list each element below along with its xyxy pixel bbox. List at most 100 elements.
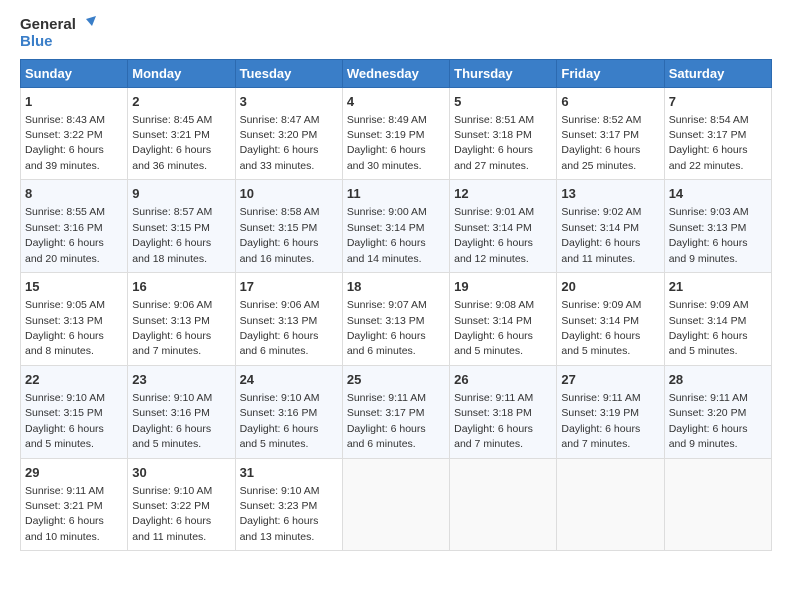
day-info: Sunrise: 9:07 AM Sunset: 3:13 PM Dayligh… [347,299,427,357]
calendar-cell: 24 Sunrise: 9:10 AM Sunset: 3:16 PM Dayli… [235,365,342,458]
logo-text-blue: Blue [20,34,53,51]
day-number: 12 [454,185,552,203]
day-info: Sunrise: 9:08 AM Sunset: 3:14 PM Dayligh… [454,299,534,357]
day-number: 17 [240,278,338,296]
day-number: 19 [454,278,552,296]
day-info: Sunrise: 9:10 AM Sunset: 3:23 PM Dayligh… [240,485,320,543]
calendar-cell: 15 Sunrise: 9:05 AM Sunset: 3:13 PM Dayli… [21,273,128,366]
page-header: General Blue [20,16,772,51]
calendar-cell: 17 Sunrise: 9:06 AM Sunset: 3:13 PM Dayli… [235,273,342,366]
calendar-cell: 29Sunrise: 9:11 AM Sunset: 3:21 PM Dayli… [21,458,128,551]
day-number: 28 [669,371,767,389]
day-info: Sunrise: 8:51 AM Sunset: 3:18 PM Dayligh… [454,114,534,172]
calendar-cell: 28 Sunrise: 9:11 AM Sunset: 3:20 PM Dayli… [664,365,771,458]
calendar-cell: 19 Sunrise: 9:08 AM Sunset: 3:14 PM Dayli… [450,273,557,366]
calendar-cell: 3 Sunrise: 8:47 AM Sunset: 3:20 PM Daylig… [235,87,342,180]
calendar-cell [664,458,771,551]
day-info: Sunrise: 8:55 AM Sunset: 3:16 PM Dayligh… [25,206,105,264]
day-number: 13 [561,185,659,203]
day-number: 9 [132,185,230,203]
column-header-saturday: Saturday [664,59,771,87]
calendar-cell: 23 Sunrise: 9:10 AM Sunset: 3:16 PM Dayli… [128,365,235,458]
day-number: 25 [347,371,445,389]
day-number: 7 [669,93,767,111]
day-number: 3 [240,93,338,111]
calendar-cell: 13Sunrise: 9:02 AM Sunset: 3:14 PM Dayli… [557,180,664,273]
day-info: Sunrise: 9:06 AM Sunset: 3:13 PM Dayligh… [132,299,212,357]
calendar-cell: 12 Sunrise: 9:01 AM Sunset: 3:14 PM Dayli… [450,180,557,273]
calendar-week-3: 15 Sunrise: 9:05 AM Sunset: 3:13 PM Dayli… [21,273,772,366]
calendar-cell: 25Sunrise: 9:11 AM Sunset: 3:17 PM Dayli… [342,365,449,458]
calendar-body: 1 Sunrise: 8:43 AM Sunset: 3:22 PM Daylig… [21,87,772,551]
day-number: 14 [669,185,767,203]
day-info: Sunrise: 8:52 AM Sunset: 3:17 PM Dayligh… [561,114,641,172]
day-info: Sunrise: 8:43 AM Sunset: 3:22 PM Dayligh… [25,114,105,172]
day-info: Sunrise: 9:10 AM Sunset: 3:22 PM Dayligh… [132,485,212,543]
day-info: Sunrise: 9:00 AM Sunset: 3:14 PM Dayligh… [347,206,427,264]
calendar-cell: 2 Sunrise: 8:45 AM Sunset: 3:21 PM Daylig… [128,87,235,180]
day-number: 22 [25,371,123,389]
calendar-cell: 7 Sunrise: 8:54 AM Sunset: 3:17 PM Daylig… [664,87,771,180]
day-number: 2 [132,93,230,111]
day-number: 23 [132,371,230,389]
day-number: 26 [454,371,552,389]
calendar-cell: 14 Sunrise: 9:03 AM Sunset: 3:13 PM Dayli… [664,180,771,273]
day-number: 24 [240,371,338,389]
calendar-cell: 18Sunrise: 9:07 AM Sunset: 3:13 PM Dayli… [342,273,449,366]
day-number: 31 [240,464,338,482]
day-info: Sunrise: 8:57 AM Sunset: 3:15 PM Dayligh… [132,206,212,264]
day-info: Sunrise: 9:10 AM Sunset: 3:16 PM Dayligh… [132,392,212,450]
calendar-cell: 6 Sunrise: 8:52 AM Sunset: 3:17 PM Daylig… [557,87,664,180]
calendar-cell: 5 Sunrise: 8:51 AM Sunset: 3:18 PM Daylig… [450,87,557,180]
logo-container: General Blue [20,16,96,51]
day-info: Sunrise: 8:58 AM Sunset: 3:15 PM Dayligh… [240,206,320,264]
calendar-cell: 31 Sunrise: 9:10 AM Sunset: 3:23 PM Dayli… [235,458,342,551]
logo-text-general: General [20,17,76,34]
day-info: Sunrise: 8:49 AM Sunset: 3:19 PM Dayligh… [347,114,427,172]
column-header-friday: Friday [557,59,664,87]
calendar-cell: 22 Sunrise: 9:10 AM Sunset: 3:15 PM Dayli… [21,365,128,458]
day-info: Sunrise: 9:11 AM Sunset: 3:19 PM Dayligh… [561,392,640,450]
day-number: 20 [561,278,659,296]
day-number: 21 [669,278,767,296]
calendar-cell: 20Sunrise: 9:09 AM Sunset: 3:14 PM Dayli… [557,273,664,366]
day-number: 30 [132,464,230,482]
calendar-cell: 11 Sunrise: 9:00 AM Sunset: 3:14 PM Dayli… [342,180,449,273]
day-info: Sunrise: 8:45 AM Sunset: 3:21 PM Dayligh… [132,114,212,172]
calendar-cell: 16 Sunrise: 9:06 AM Sunset: 3:13 PM Dayli… [128,273,235,366]
day-info: Sunrise: 9:11 AM Sunset: 3:21 PM Dayligh… [25,485,104,543]
day-info: Sunrise: 9:01 AM Sunset: 3:14 PM Dayligh… [454,206,534,264]
day-info: Sunrise: 8:54 AM Sunset: 3:17 PM Dayligh… [669,114,749,172]
day-info: Sunrise: 9:10 AM Sunset: 3:15 PM Dayligh… [25,392,105,450]
calendar-week-2: 8 Sunrise: 8:55 AM Sunset: 3:16 PM Daylig… [21,180,772,273]
calendar-cell: 27 Sunrise: 9:11 AM Sunset: 3:19 PM Dayli… [557,365,664,458]
column-header-thursday: Thursday [450,59,557,87]
day-number: 11 [347,185,445,203]
calendar-cell: 1 Sunrise: 8:43 AM Sunset: 3:22 PM Daylig… [21,87,128,180]
day-info: Sunrise: 9:09 AM Sunset: 3:14 PM Dayligh… [669,299,749,357]
day-number: 27 [561,371,659,389]
day-info: Sunrise: 9:11 AM Sunset: 3:20 PM Dayligh… [669,392,748,450]
logo: General Blue [20,16,96,51]
day-info: Sunrise: 9:05 AM Sunset: 3:13 PM Dayligh… [25,299,105,357]
day-number: 15 [25,278,123,296]
calendar-week-1: 1 Sunrise: 8:43 AM Sunset: 3:22 PM Daylig… [21,87,772,180]
day-info: Sunrise: 9:10 AM Sunset: 3:16 PM Dayligh… [240,392,320,450]
column-header-sunday: Sunday [21,59,128,87]
day-number: 1 [25,93,123,111]
day-info: Sunrise: 8:47 AM Sunset: 3:20 PM Dayligh… [240,114,320,172]
day-number: 16 [132,278,230,296]
calendar-cell [342,458,449,551]
calendar-cell: 8 Sunrise: 8:55 AM Sunset: 3:16 PM Daylig… [21,180,128,273]
day-number: 5 [454,93,552,111]
calendar-cell: 26Sunrise: 9:11 AM Sunset: 3:18 PM Dayli… [450,365,557,458]
day-number: 8 [25,185,123,203]
day-info: Sunrise: 9:06 AM Sunset: 3:13 PM Dayligh… [240,299,320,357]
day-number: 6 [561,93,659,111]
logo-bird-icon [78,16,96,34]
day-info: Sunrise: 9:03 AM Sunset: 3:13 PM Dayligh… [669,206,749,264]
calendar-cell: 4Sunrise: 8:49 AM Sunset: 3:19 PM Daylig… [342,87,449,180]
column-header-wednesday: Wednesday [342,59,449,87]
calendar-cell [557,458,664,551]
calendar-week-5: 29Sunrise: 9:11 AM Sunset: 3:21 PM Dayli… [21,458,772,551]
